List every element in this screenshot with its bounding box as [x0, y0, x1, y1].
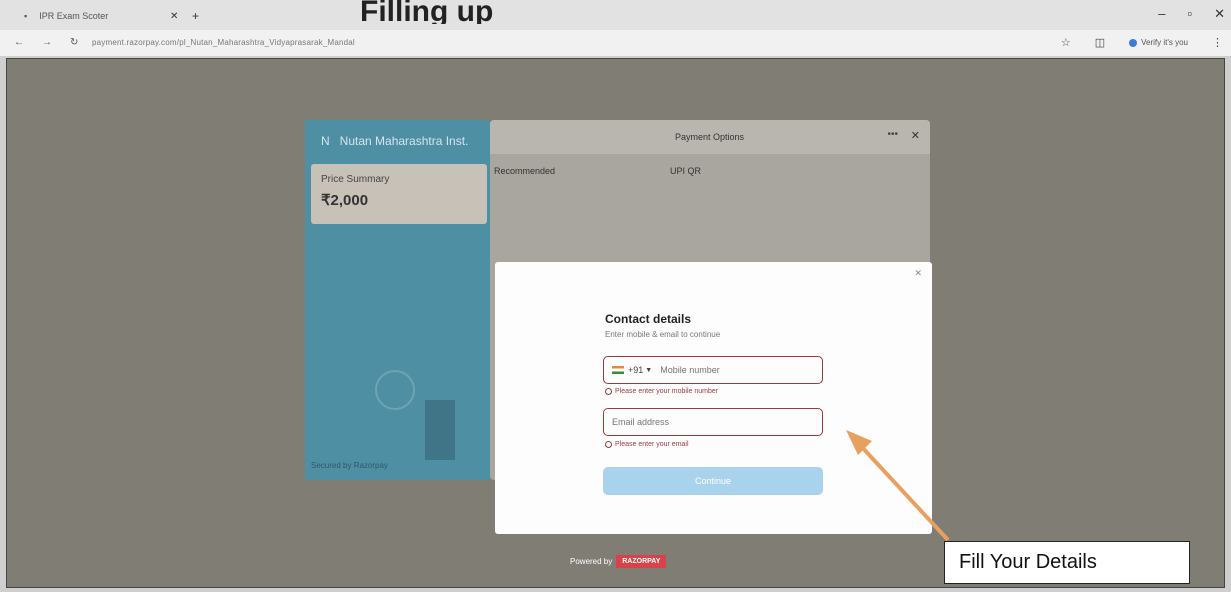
price-summary-card: Price Summary ₹2,000	[311, 164, 487, 224]
payment-options-title: Payment Options	[675, 132, 745, 142]
email-input[interactable]	[612, 417, 812, 427]
profile-verify-button[interactable]: Verify it's you	[1129, 38, 1188, 47]
back-icon[interactable]: ←	[14, 37, 24, 48]
razorpay-logo: RAZORPAY	[616, 555, 667, 568]
email-error-text: Please enter your email	[615, 441, 689, 448]
mobile-number-input[interactable]	[660, 365, 781, 375]
country-code[interactable]: +91	[628, 365, 643, 375]
modal-close-icon[interactable]: ✕	[914, 268, 922, 279]
new-tab-icon[interactable]: +	[192, 9, 199, 23]
background-heading: Filling up	[360, 0, 494, 24]
address-bar: ← → ↻ payment.razorpay.com/pl_Nutan_Maha…	[0, 30, 1231, 56]
address-bar-actions: ☆ ◫ Verify it's you ⋮	[1061, 36, 1223, 49]
price-amount: ₹2,000	[321, 192, 369, 209]
merchant-name: Nutan Maharashtra Inst.	[339, 134, 469, 148]
email-field[interactable]	[603, 408, 823, 436]
contact-details-modal: ✕ Contact details Enter mobile & email t…	[495, 262, 932, 534]
contact-title: Contact details	[605, 312, 692, 326]
price-summary-label: Price Summary	[321, 174, 390, 185]
payment-options-header: Payment Options ••• ✕	[490, 120, 930, 154]
powered-by-label: Powered by	[570, 557, 613, 566]
error-icon	[605, 441, 612, 448]
verify-label: Verify it's you	[1141, 38, 1188, 47]
nav-buttons: ← → ↻	[14, 37, 78, 48]
email-error-message: Please enter your email	[605, 441, 689, 448]
tab-close-icon[interactable]: ✕	[170, 11, 178, 22]
mobile-number-field[interactable]: +91 ▼	[603, 356, 823, 384]
forward-icon[interactable]: →	[42, 37, 52, 48]
url-field[interactable]: payment.razorpay.com/pl_Nutan_Maharashtr…	[92, 38, 355, 47]
reload-icon[interactable]: ↻	[70, 37, 78, 48]
india-flag-icon	[612, 366, 624, 374]
window-controls: – ▫ ✕	[1158, 6, 1225, 22]
browser-tab[interactable]: ▪ IPR Exam Scoter ✕ +	[24, 6, 204, 26]
continue-button[interactable]: Continue	[603, 467, 823, 495]
more-options-icon[interactable]: •••	[887, 129, 898, 140]
secured-by-label: Secured by Razorpay	[311, 461, 388, 470]
error-icon	[605, 388, 612, 395]
merchant-panel: N Nutan Maharashtra Inst. Price Summary …	[305, 120, 490, 480]
extensions-icon[interactable]: ◫	[1095, 36, 1105, 49]
menu-kebab-icon[interactable]: ⋮	[1212, 36, 1223, 49]
merchant-initial: N	[321, 134, 330, 148]
tab-title: IPR Exam Scoter	[39, 11, 109, 21]
browser-tab-bar: Filling up ▪ IPR Exam Scoter ✕ + – ▫ ✕	[0, 0, 1231, 30]
restore-icon[interactable]: ▫	[1187, 6, 1192, 22]
powered-by-footer: Powered by RAZORPAY	[570, 555, 667, 568]
close-window-icon[interactable]: ✕	[1214, 6, 1225, 22]
minimize-icon[interactable]: –	[1158, 6, 1165, 22]
recommended-label: Recommended	[494, 166, 556, 176]
merchant-header: N Nutan Maharashtra Inst.	[321, 134, 468, 148]
phone-error-text: Please enter your mobile number	[615, 388, 719, 395]
phone-error-message: Please enter your mobile number	[605, 388, 718, 395]
bookmark-star-icon[interactable]: ☆	[1061, 36, 1071, 49]
upi-qr-option[interactable]: UPI QR	[670, 166, 701, 176]
annotation-callout: Fill Your Details	[944, 541, 1190, 584]
contact-subtitle: Enter mobile & email to continue	[605, 330, 721, 339]
illustration-coin-icon	[375, 370, 415, 410]
chevron-down-icon[interactable]: ▼	[645, 367, 652, 374]
profile-avatar-icon	[1129, 38, 1138, 47]
close-icon[interactable]: ✕	[911, 129, 920, 142]
illustration-block-icon	[425, 400, 455, 460]
tab-favicon-icon: ▪	[24, 11, 28, 21]
